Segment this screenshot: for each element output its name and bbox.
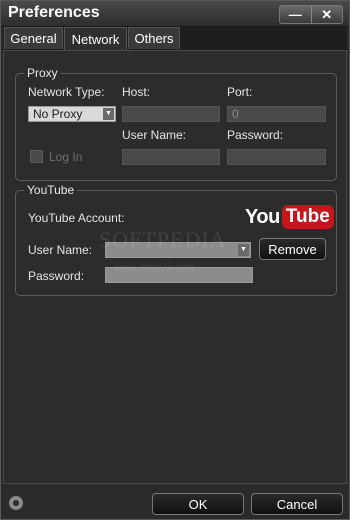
chevron-down-icon: ▼ (238, 244, 249, 256)
tab-general[interactable]: General (4, 27, 63, 49)
watermark-url: www.softpedia.com (114, 262, 194, 273)
youtube-account-label: YouTube Account: (28, 211, 125, 225)
tab-network[interactable]: Network (64, 27, 127, 50)
tab-strip: General Network Others (3, 27, 347, 50)
remove-button[interactable]: Remove (259, 238, 326, 260)
network-type-label: Network Type: (28, 85, 105, 99)
proxy-group: Proxy Network Type: Host: Port: No Proxy… (15, 66, 337, 181)
dialog-footer: OK Cancel (1, 487, 349, 519)
window-title: Preferences (8, 4, 100, 21)
proxy-legend: Proxy (24, 66, 61, 80)
cancel-button[interactable]: Cancel (251, 493, 343, 515)
help-circle-icon[interactable] (9, 496, 23, 510)
proxy-password-input[interactable] (227, 149, 326, 165)
proxy-password-label: Password: (227, 128, 284, 142)
login-label: Log In (49, 150, 83, 164)
minimize-button[interactable]: — (280, 6, 311, 23)
window-controls: — ✕ (279, 5, 343, 24)
ok-button[interactable]: OK (152, 493, 244, 515)
youtube-password-label: Password: (28, 269, 85, 283)
network-type-select[interactable]: No Proxy ▼ (28, 106, 116, 122)
tab-others[interactable]: Others (128, 27, 180, 49)
close-button[interactable]: ✕ (310, 6, 343, 23)
port-label: Port: (227, 85, 253, 99)
watermark-text: SOFTPEDIA (99, 227, 227, 252)
port-input[interactable] (227, 106, 326, 122)
youtube-logo-you: You (245, 205, 280, 228)
youtube-legend: YouTube (24, 183, 78, 197)
youtube-username-label: User Name: (28, 243, 93, 257)
login-checkbox[interactable] (30, 150, 43, 163)
youtube-logo: You Tube (245, 205, 334, 229)
network-type-value: No Proxy (33, 107, 83, 121)
title-bar: Preferences — ✕ (1, 1, 349, 27)
proxy-username-label: User Name: (122, 128, 187, 142)
preferences-window: Preferences — ✕ General Network Others P… (0, 0, 350, 520)
tab-content-network: Proxy Network Type: Host: Port: No Proxy… (3, 50, 347, 484)
chevron-down-icon: ▼ (103, 108, 114, 120)
youtube-logo-tube: Tube (281, 205, 334, 229)
host-label: Host: (122, 85, 151, 99)
proxy-username-input[interactable] (122, 149, 220, 165)
host-input[interactable] (122, 106, 220, 122)
